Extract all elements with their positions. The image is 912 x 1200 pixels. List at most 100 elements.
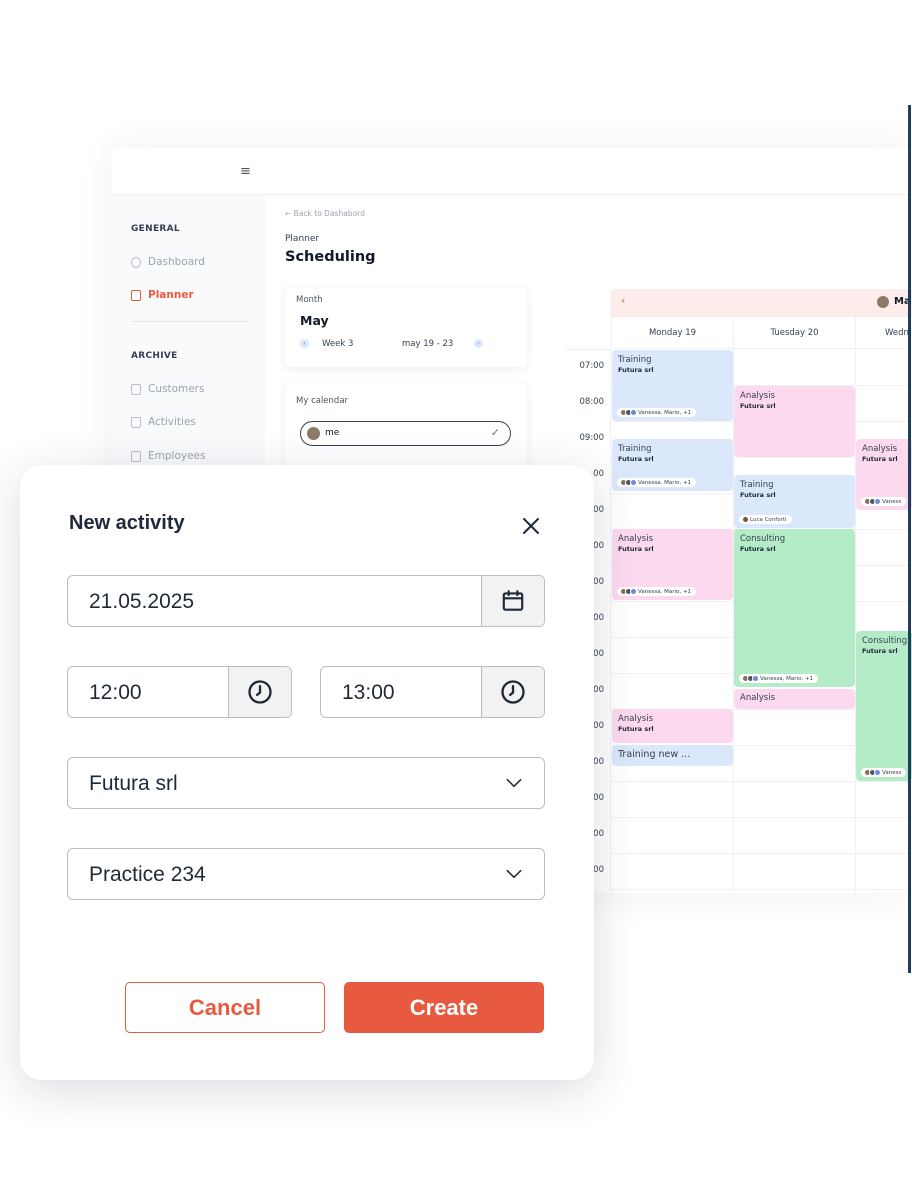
event-attendees: Vanessa, Mario, +1 [617,478,697,487]
calendar-select[interactable]: me ✓ [300,421,511,446]
sidebar-item-employees[interactable]: Employees [131,450,205,462]
time-label: 08:00 [579,397,605,407]
event-title: Analysis [618,534,654,544]
end-time-field[interactable]: 13:00 [320,666,545,718]
client-select-value: Futura srl [89,772,178,795]
end-time-value: 13:00 [342,681,395,704]
event-title: Consulting [740,534,786,544]
month-card: Month May ‹ Week 3 may 19 - 23 › [285,287,527,367]
practice-select-value: Practice 234 [89,863,206,886]
event-title: Training [618,444,652,454]
back-link[interactable]: ← Back to Dashabord [285,209,365,218]
event-attendees-label: Vaness [882,769,902,776]
event-client: Futura srl [618,455,654,463]
menu-icon[interactable]: ≡ [240,164,251,179]
hour-line [611,817,912,818]
event-card[interactable]: Training new ... [612,745,733,766]
modal-title: New activity [69,512,185,534]
hour-line [611,853,912,854]
sidebar-item-label: Customers [148,383,205,395]
time-label: 09:00 [579,433,605,443]
time-label: 00 [593,541,604,551]
sidebar-item-label: Employees [148,450,206,462]
event-card[interactable]: Consulting Futura srl Vaness [856,631,912,781]
clock-icon [248,680,272,704]
column-divider [855,317,856,893]
time-label: 00 [593,505,604,515]
avatar [742,516,749,523]
avatar [620,479,637,486]
hour-line [611,889,912,890]
day-header: Monday 19 [611,317,733,349]
create-button[interactable]: Create [344,982,544,1033]
next-week-icon[interactable]: › [474,339,483,348]
event-card[interactable]: Analysis Futura srl Vaness [856,439,912,510]
chevron-left-icon[interactable]: ‹ [621,294,625,307]
event-card[interactable]: Training Futura srl Vanessa, Mario, +1 [612,439,733,491]
clipboard-icon [131,416,141,428]
scheduler-header: ‹ Ma [611,289,912,317]
event-client: Futura srl [862,455,898,463]
event-card[interactable]: Analysis Futura srl [612,709,733,743]
time-label: 00 [593,793,604,803]
check-icon: ✓ [490,426,500,439]
time-label: 00 [593,649,604,659]
event-card[interactable]: Analysis Futura srl Vanessa, Mario, +1 [612,529,733,600]
practice-select[interactable]: Practice 234 [67,848,545,900]
event-card[interactable]: Training Futura srl Vanessa, Mario, +1 [612,350,733,421]
prev-week-icon[interactable]: ‹ [300,339,309,348]
breadcrumb: Planner [285,234,320,244]
event-card[interactable]: Consulting Futura srl Vanessa, Mario, +1 [734,529,855,687]
avatar [864,498,881,505]
event-card[interactable]: Analysis [734,689,855,709]
event-title: Analysis [618,714,654,724]
avatar [620,588,637,595]
event-card[interactable]: Training Futura srl Luca Conforti [734,475,855,528]
avatar [864,769,881,776]
sidebar-divider [131,321,247,322]
event-client: Futura srl [618,545,654,553]
day-header: Tuesday 20 [733,317,855,349]
event-card[interactable]: Analysis Futura srl [734,386,855,457]
close-icon[interactable] [519,514,543,538]
event-attendees-label: Vanessa, Mario, +1 [638,479,692,486]
date-field[interactable]: 21.05.2025 [67,575,545,627]
event-attendees: Vaness [861,497,907,506]
event-client: Futura srl [862,647,898,655]
event-client: Futura srl [618,725,654,733]
event-client: Futura srl [618,366,654,374]
end-time-picker-button[interactable] [481,667,544,717]
event-attendees: Vaness [861,768,907,777]
sidebar-item-label: Dashboard [148,256,205,268]
avatar [620,409,637,416]
month-label: Month [296,295,323,305]
start-time-value: 12:00 [89,681,142,704]
event-attendees: Vanessa, Mario, +1 [617,408,697,417]
my-calendar-label: My calendar [296,396,349,406]
event-title: Training [740,480,774,490]
start-time-field[interactable]: 12:00 [67,666,292,718]
time-label: 00 [593,757,604,767]
sidebar-item-planner[interactable]: Planner [131,289,194,301]
chevron-down-icon [506,778,522,788]
date-picker-button[interactable] [481,576,544,626]
sidebar-item-activities[interactable]: Activities [131,416,196,428]
back-link-label: Back to Dashabord [293,209,365,218]
cancel-button[interactable]: Cancel [125,982,325,1033]
start-time-picker-button[interactable] [228,667,291,717]
clock-icon [501,680,525,704]
sidebar-heading-archive: ARCHIVE [131,351,178,361]
calendar-select-value: me [325,428,340,438]
hour-line [611,781,912,782]
month-value: May [300,313,329,328]
day-header: Wedn [855,317,912,349]
sidebar-heading-general: GENERAL [131,224,180,234]
arrow-left-icon: ← [285,209,294,218]
event-client: Futura srl [740,545,776,553]
sidebar-item-customers[interactable]: Customers [131,383,204,395]
client-select[interactable]: Futura srl [67,757,545,809]
event-title: Analysis [862,444,898,454]
edge-rule [908,105,911,973]
event-title: Analysis [740,391,776,401]
sidebar-item-dashboard[interactable]: Dashboard [131,256,205,268]
